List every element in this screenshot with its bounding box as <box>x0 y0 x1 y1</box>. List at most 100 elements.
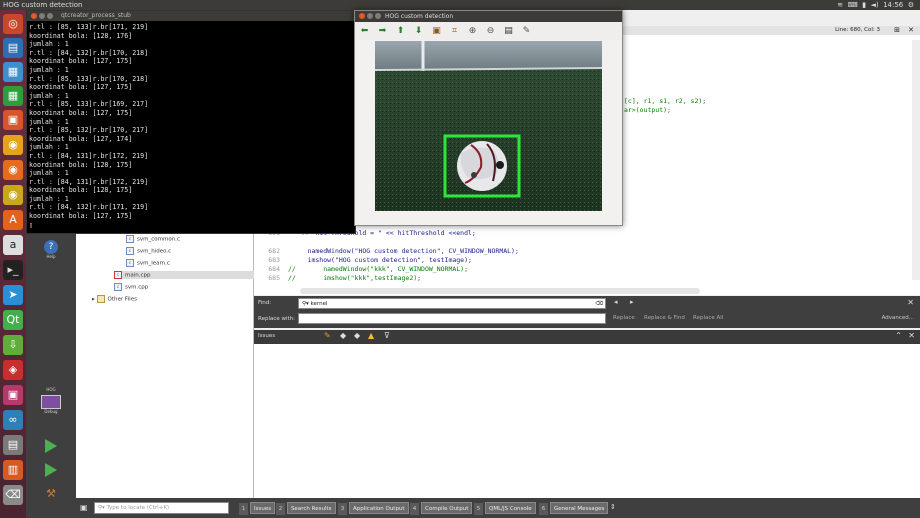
sidebar-toggle-icon[interactable]: ▣ <box>80 503 88 512</box>
issues-list[interactable] <box>254 344 920 498</box>
funnel-icon[interactable]: ⊽ <box>384 331 390 340</box>
maximize-window-icon[interactable] <box>47 13 53 19</box>
replace-all-button[interactable]: Replace All <box>693 315 723 321</box>
find-input[interactable]: ⚲▾ kernel ⌫ <box>298 298 606 309</box>
zoom-fit-icon[interactable]: ▣ <box>431 26 442 37</box>
hog-window[interactable]: HOG custom detection ⬅ ➡ ⬆ ⬇ ▣ ⌗ ⊕ ⊖ ▤ ✎ <box>354 10 623 226</box>
mode-help[interactable]: ? Help <box>26 240 76 259</box>
zoom-in-icon[interactable]: ⊕ <box>467 26 478 37</box>
tab-issues[interactable]: 1 Issues <box>239 502 276 515</box>
telegram-icon[interactable]: ➤ <box>3 285 23 305</box>
terminal-line: r.tl : [84, 132]r.br[171, 219] <box>29 203 149 212</box>
maximize-window-icon[interactable] <box>375 13 381 19</box>
clear-icon[interactable]: ⌫ <box>595 299 603 309</box>
tab-application-output[interactable]: 3 Application Output <box>338 502 409 515</box>
build-button[interactable]: ⚒ <box>26 487 76 501</box>
close-find-icon[interactable]: ✕ <box>907 298 914 307</box>
wifi-icon[interactable]: ≋ <box>837 1 843 9</box>
replace-find-button[interactable]: Replace & Find <box>644 315 685 321</box>
clock[interactable]: 14:56 <box>883 1 903 9</box>
tree-item[interactable]: c svm.cpp <box>114 283 148 291</box>
keyboard-icon[interactable]: ⌨ <box>848 1 858 9</box>
dash-icon[interactable]: ◎ <box>3 14 23 34</box>
line-number: 684 <box>268 265 280 273</box>
minimize-window-icon[interactable] <box>39 13 45 19</box>
chromium-icon[interactable]: ◉ <box>3 185 23 205</box>
software-center-icon[interactable]: A <box>3 210 23 230</box>
tab-compile-output[interactable]: 4 Compile Output <box>410 502 473 515</box>
download-icon[interactable]: ⇩ <box>3 335 23 355</box>
hog-titlebar[interactable]: HOG custom detection <box>355 11 622 22</box>
calc-icon[interactable]: ▦ <box>3 86 23 106</box>
pan-right-icon[interactable]: ➡ <box>377 26 388 37</box>
close-panel-icon[interactable]: ✕ <box>908 331 915 340</box>
volume-icon[interactable]: ◄) <box>871 1 879 9</box>
terminal-title: qtcreator_process_stub <box>61 12 131 19</box>
files-icon[interactable]: ▤ <box>3 38 23 58</box>
advanced-button[interactable]: Advanced... <box>882 315 914 321</box>
tab-qml-console[interactable]: 5 QML/JS Console <box>474 502 536 515</box>
battery-icon[interactable]: ▮ <box>862 1 866 9</box>
trash-icon[interactable]: ⌫ <box>3 485 23 505</box>
app-icon-3[interactable]: ▥ <box>3 460 23 480</box>
close-icon[interactable]: ✕ <box>908 26 914 34</box>
tree-item[interactable]: c svm_common.c <box>126 235 180 243</box>
writer-icon[interactable]: ▦ <box>3 62 23 82</box>
code-line-comment: // namedWindow("kkk", CV_WINDOW_NORMAL); <box>288 265 469 273</box>
split-icon[interactable]: ⊞ <box>894 26 900 34</box>
terminal-window[interactable]: qtcreator_process_stub r.tl : [85, 133]r… <box>26 10 356 234</box>
zoom-out-icon[interactable]: ⊖ <box>485 26 496 37</box>
cpp-file-icon: c <box>114 271 122 279</box>
prev-issue-icon[interactable]: ◆ <box>340 331 346 340</box>
tab-general-messages[interactable]: 6 General Messages <box>539 502 609 515</box>
find-next-button[interactable]: ▸ <box>630 298 634 306</box>
impress-icon[interactable]: ▣ <box>3 110 23 130</box>
next-issue-icon[interactable]: ◆ <box>354 331 360 340</box>
qtcreator-icon[interactable]: Qt <box>3 310 23 330</box>
tab-search-results[interactable]: 2 Search Results <box>276 502 336 515</box>
tree-item[interactable]: c svm_hideo.c <box>126 247 171 255</box>
system-tray[interactable]: ≋ ⌨ ▮ ◄) 14:56 ⚙ <box>837 0 914 10</box>
amazon-icon[interactable]: a <box>3 235 23 255</box>
hog-title: HOG custom detection <box>385 13 454 20</box>
replace-input[interactable] <box>298 313 606 324</box>
tree-item[interactable]: ▸ Other Files <box>92 295 137 303</box>
firefox-icon[interactable]: ◉ <box>3 160 23 180</box>
save-icon[interactable]: ▤ <box>503 26 514 37</box>
app-icon-2[interactable]: ▤ <box>3 435 23 455</box>
line-col-indicator[interactable]: Line: 680, Col: 3 <box>835 27 880 33</box>
debug-run-button[interactable] <box>26 463 76 477</box>
terminal-icon[interactable]: ▸_ <box>3 260 23 280</box>
editor-scrollbar[interactable] <box>912 40 920 280</box>
run-button[interactable] <box>26 439 76 453</box>
close-window-icon[interactable] <box>31 13 37 19</box>
filter-icon[interactable]: ✎ <box>324 331 331 340</box>
zoom-original-icon[interactable]: ⌗ <box>449 26 460 37</box>
detection-image <box>375 41 602 211</box>
pan-up-icon[interactable]: ⬆ <box>395 26 406 37</box>
tree-item-selected[interactable]: c main.cpp <box>114 271 254 279</box>
chrome-icon[interactable]: ◉ <box>3 135 23 155</box>
terminal-line: r.tl : [84, 131]r.br[172, 219] <box>29 177 149 186</box>
more-tabs-icon[interactable]: ⇕ <box>610 503 616 511</box>
terminal-titlebar[interactable]: qtcreator_process_stub <box>27 11 355 21</box>
app-icon[interactable]: ◈ <box>3 360 23 380</box>
pan-left-icon[interactable]: ⬅ <box>359 26 370 37</box>
maximize-icon[interactable]: ⌃ <box>895 331 902 340</box>
locator-input[interactable]: ⚲▾ Type to locate (Ctrl+K) <box>94 502 229 514</box>
properties-icon[interactable]: ✎ <box>521 26 532 37</box>
project-selector[interactable]: HOG Debug <box>26 387 76 414</box>
debug-run-icon <box>45 463 57 477</box>
gear-icon[interactable]: ⚙ <box>908 1 914 9</box>
screenshot-icon[interactable]: ▣ <box>3 385 23 405</box>
tree-item[interactable]: c svm_learn.c <box>126 259 170 267</box>
arduino-icon[interactable]: ∞ <box>3 410 23 430</box>
find-prev-button[interactable]: ◂ <box>614 298 618 306</box>
c-file-icon: c <box>126 259 134 267</box>
minimize-window-icon[interactable] <box>367 13 373 19</box>
warning-icon[interactable]: ▲ <box>368 331 374 340</box>
pan-down-icon[interactable]: ⬇ <box>413 26 424 37</box>
horizontal-scrollbar[interactable] <box>300 288 700 294</box>
replace-button[interactable]: Replace <box>613 315 635 321</box>
close-window-icon[interactable] <box>359 13 365 19</box>
